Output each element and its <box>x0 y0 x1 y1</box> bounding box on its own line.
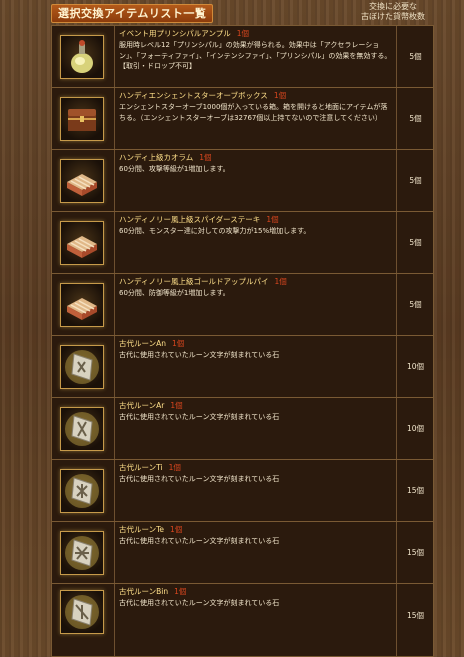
item-description: 古代に使用されていたルーン文字が刻まれている石 <box>119 475 280 483</box>
item-description: 古代に使用されていたルーン文字が刻まれている石 <box>119 537 280 545</box>
table-row[interactable]: ハンディエンシェントスターオーブボックス 1個 エンシェントスターオーブ1000個… <box>52 88 433 150</box>
table-row[interactable]: 古代ルーンBin 1個 古代に使用されていたルーン文字が刻まれている石 15個 <box>52 584 433 656</box>
table-row[interactable]: 古代ルーンTi 1個 古代に使用されていたルーン文字が刻まれている石 15個 <box>52 460 433 522</box>
item-name: ハンディエンシェントスターオーブボックス <box>119 91 268 100</box>
rune-stone-icon <box>60 407 104 451</box>
item-quantity: 1個 <box>273 91 287 100</box>
treasure-chest-icon <box>60 97 104 141</box>
coin-count: 10個 <box>406 362 425 371</box>
coin-count: 15個 <box>406 610 425 620</box>
item-name: ハンディノリー風上級ゴールドアップルパイ <box>119 277 269 286</box>
coin-count: 5個 <box>409 52 422 61</box>
item-description: エンシェントスターオーブ1000個が入っている箱。箱を開けると地面にアイテムが落… <box>119 103 388 122</box>
food-box-icon <box>60 159 104 203</box>
icon-cell <box>52 212 115 273</box>
cost-header-line2: 古ぼけた貨幣枚数 <box>361 12 425 21</box>
item-description: 60分間、モンスター達に対しての攻撃力が15%増加します。 <box>119 227 311 235</box>
item-description: 60分間、防御等級が1増加します。 <box>119 289 230 297</box>
description-cell: 古代ルーンAr 1個 古代に使用されていたルーン文字が刻まれている石 <box>115 398 397 459</box>
item-quantity: 1個 <box>199 153 212 162</box>
description-cell: 古代ルーンBin 1個 古代に使用されていたルーン文字が刻まれている石 <box>115 584 397 656</box>
food-box-icon <box>60 221 104 265</box>
icon-cell <box>52 26 115 87</box>
icon-cell <box>52 522 115 583</box>
table-row[interactable]: 古代ルーンAn 1個 古代に使用されていたルーン文字が刻まれている石 10個 <box>52 336 433 398</box>
item-quantity: 1個 <box>170 401 183 410</box>
item-quantity: 1個 <box>170 525 183 534</box>
coin-count: 15個 <box>406 486 425 495</box>
icon-cell <box>52 274 115 335</box>
item-quantity: 1個 <box>236 29 250 38</box>
cost-header-line1: 交換に必要な <box>369 2 417 11</box>
coin-count: 10個 <box>406 424 425 433</box>
description-cell: 古代ルーンTi 1個 古代に使用されていたルーン文字が刻まれている石 <box>115 460 397 521</box>
icon-cell <box>52 460 115 521</box>
table-row[interactable]: 古代ルーンTe 1個 古代に使用されていたルーン文字が刻まれている石 15個 <box>52 522 433 584</box>
description-cell: イベント用プリンシパルアンプル 1個 服用時レベル12「プリンシパル」の効果が得ら… <box>115 26 397 87</box>
description-cell: ハンディエンシェントスターオーブボックス 1個 エンシェントスターオーブ1000個… <box>115 88 397 149</box>
coin-count: 15個 <box>406 548 425 557</box>
table-row[interactable]: ハンディノリー風上級ゴールドアップルパイ 1個 60分間、防御等級が1増加します。… <box>52 274 433 336</box>
item-list-table: イベント用プリンシパルアンプル 1個 服用時レベル12「プリンシパル」の効果が得ら… <box>51 25 434 657</box>
item-name: 古代ルーンAn <box>119 339 167 348</box>
item-quantity: 1個 <box>174 587 187 596</box>
icon-cell <box>52 150 115 211</box>
item-name: 古代ルーンAr <box>119 401 165 410</box>
potion-bottle-icon <box>60 35 104 79</box>
cost-column-header: 交換に必要な 古ぼけた貨幣枚数 <box>348 2 438 22</box>
page-title: 選択交換アイテムリスト一覧 <box>51 4 214 23</box>
item-description: 古代に使用されていたルーン文字が刻まれている石 <box>119 599 280 607</box>
item-quantity: 1個 <box>168 463 181 472</box>
item-quantity: 1個 <box>172 339 185 348</box>
icon-cell <box>52 88 115 149</box>
rune-stone-icon <box>60 531 104 575</box>
item-description: 60分間、攻撃等級が1増加します。 <box>119 165 230 173</box>
item-name: イベント用プリンシパルアンプル <box>119 29 231 38</box>
table-row[interactable]: ハンディノリー風上級スパイダーステーキ 1個 60分間、モンスター達に対しての攻撃… <box>52 212 433 274</box>
item-name: 古代ルーンTe <box>119 525 165 534</box>
description-cell: ハンディ上級カオラム 1個 60分間、攻撃等級が1増加します。 <box>115 150 397 211</box>
coin-count: 5個 <box>409 114 422 123</box>
description-cell: ハンディノリー風上級ゴールドアップルパイ 1個 60分間、防御等級が1増加します。 <box>115 274 397 335</box>
description-cell: 古代ルーンAn 1個 古代に使用されていたルーン文字が刻まれている石 <box>115 336 397 397</box>
icon-cell <box>52 336 115 397</box>
description-cell: 古代ルーンTe 1個 古代に使用されていたルーン文字が刻まれている石 <box>115 522 397 583</box>
item-name: 古代ルーンTi <box>119 463 163 472</box>
item-description: 服用時レベル12「プリンシパル」の効果が得られる。効果中は「アクセラレーション」… <box>119 41 392 70</box>
icon-cell <box>52 584 115 656</box>
item-name: 古代ルーンBin <box>119 587 169 596</box>
description-cell: ハンディノリー風上級スパイダーステーキ 1個 60分間、モンスター達に対しての攻撃… <box>115 212 397 273</box>
coin-count: 5個 <box>409 238 422 247</box>
rune-stone-icon <box>60 590 104 634</box>
food-box-icon <box>60 283 104 327</box>
rune-stone-icon <box>60 345 104 389</box>
header: 選択交換アイテムリスト一覧 交換に必要な 古ぼけた貨幣枚数 <box>0 0 464 26</box>
coin-count: 5個 <box>409 176 422 185</box>
item-quantity: 1個 <box>266 215 279 224</box>
item-name: ハンディノリー風上級スパイダーステーキ <box>119 215 261 224</box>
table-row[interactable]: イベント用プリンシパルアンプル 1個 服用時レベル12「プリンシパル」の効果が得ら… <box>52 26 433 88</box>
item-quantity: 1個 <box>274 277 287 286</box>
item-description: 古代に使用されていたルーン文字が刻まれている石 <box>119 351 280 359</box>
table-row[interactable]: 古代ルーンAr 1個 古代に使用されていたルーン文字が刻まれている石 10個 <box>52 398 433 460</box>
item-name: ハンディ上級カオラム <box>119 153 194 162</box>
table-row[interactable]: ハンディ上級カオラム 1個 60分間、攻撃等級が1増加します。 5個 <box>52 150 433 212</box>
icon-cell <box>52 398 115 459</box>
coin-count: 5個 <box>409 300 422 309</box>
rune-stone-icon <box>60 469 104 513</box>
item-description: 古代に使用されていたルーン文字が刻まれている石 <box>119 413 280 421</box>
